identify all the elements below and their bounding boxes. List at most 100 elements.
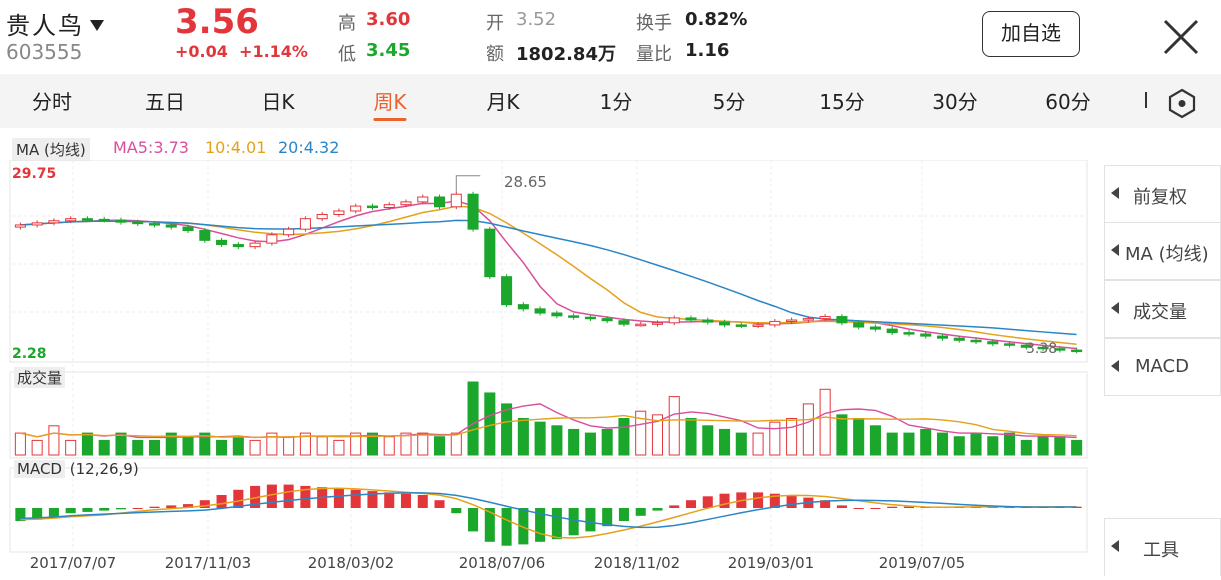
candle-down <box>182 226 194 232</box>
candle-down <box>735 324 747 327</box>
macd-bar-negative <box>585 508 596 532</box>
ma20-line <box>20 219 1077 336</box>
candle-up <box>417 196 429 203</box>
volume-tag[interactable]: 成交量 <box>14 367 66 388</box>
high-value: 3.60 <box>366 9 411 30</box>
candle-up <box>668 317 680 324</box>
volume-bar-down <box>903 432 915 456</box>
volume-bar-down <box>216 439 228 456</box>
volume-bar-down <box>568 428 580 456</box>
triangle-down-icon[interactable] <box>90 20 104 31</box>
date-label: 2019/03/01 <box>727 554 815 572</box>
hexagon-settings-icon[interactable] <box>1165 86 1199 120</box>
volume-bar-down <box>601 428 613 456</box>
period-tabs: 分时 五日 日K 周K 月K 1分 5分 15分 30分 60分 <box>0 74 1221 128</box>
volume-bar-down <box>853 418 865 456</box>
ma-button[interactable]: MA (均线) <box>1104 222 1221 280</box>
macd-bar-positive <box>702 496 713 508</box>
turnover-value: 0.82% <box>685 9 748 30</box>
turnover-label: 换手 <box>636 13 672 34</box>
volume-bar-down <box>702 425 714 456</box>
triangle-left-icon <box>1111 187 1119 199</box>
candle-down <box>148 223 161 226</box>
macd-bar-positive <box>753 492 764 508</box>
macd-bar-positive <box>216 495 227 508</box>
candle-down <box>970 339 982 343</box>
macd-bar-positive <box>685 500 697 508</box>
macd-bar-positive <box>333 488 344 508</box>
tab-30min[interactable]: 30分 <box>932 86 977 115</box>
tab-15min[interactable]: 15分 <box>819 86 864 115</box>
tab-1min[interactable]: 1分 <box>600 86 633 115</box>
macd-dif-line <box>20 487 1077 539</box>
candle-up <box>316 213 328 220</box>
tab-intraday[interactable]: 分时 <box>32 86 72 115</box>
macd-bar-positive <box>786 495 797 508</box>
candle-down <box>953 337 965 341</box>
candle-up <box>752 324 764 327</box>
close-icon[interactable] <box>1160 16 1202 58</box>
tab-five-day[interactable]: 五日 <box>145 86 185 115</box>
candle-up <box>299 218 311 230</box>
macd-bar-positive <box>149 506 160 508</box>
low-label: 低 <box>338 44 356 65</box>
candle-up <box>249 242 261 248</box>
macd-bar-positive <box>350 489 361 508</box>
macd-button[interactable]: MACD <box>1104 338 1221 396</box>
volume-bar-down <box>618 418 630 456</box>
volume-button[interactable]: 成交量 <box>1104 280 1221 338</box>
price-change: +0.04 +1.14% <box>175 42 308 61</box>
triangle-left-icon <box>1111 302 1119 314</box>
ma5-legend: MA5:3.73 <box>113 138 189 157</box>
macd-label[interactable]: MACD (12,26,9) <box>14 460 139 478</box>
candle-down <box>216 239 228 246</box>
triangle-left-icon <box>1111 360 1119 372</box>
candle-up <box>350 205 362 212</box>
volume-bar-up <box>48 425 60 456</box>
volratio-label: 量比 <box>636 44 672 65</box>
candle-down <box>1004 343 1016 346</box>
macd-bar-negative <box>48 508 59 518</box>
macd-lines <box>20 487 1077 539</box>
macd-bar-negative <box>501 508 512 546</box>
ma-legend-tag[interactable]: MA (均线) <box>12 138 90 161</box>
volume-bar-down <box>836 414 848 456</box>
macd-bar-negative <box>451 508 462 514</box>
candle-down <box>719 321 731 326</box>
last-low-label: 3.38 <box>1026 341 1058 357</box>
candle-up <box>383 204 395 208</box>
volume-bar-down <box>719 428 731 456</box>
macd-bar-positive <box>400 493 412 508</box>
kline-chart[interactable] <box>0 160 1100 580</box>
stock-name[interactable]: 贵人鸟 <box>6 6 104 41</box>
volume-bar-down <box>81 432 93 456</box>
volume-bar-down <box>987 436 999 456</box>
fq-button[interactable]: 前复权 <box>1104 165 1221 223</box>
tab-60min[interactable]: 60分 <box>1045 86 1090 115</box>
candle-down <box>987 341 999 345</box>
macd-bar-negative <box>99 508 110 511</box>
macd-tag[interactable]: MACD <box>14 460 65 478</box>
volume-bar-up <box>752 432 764 456</box>
candle-up <box>48 220 60 224</box>
candle-down <box>853 322 865 328</box>
tools-button[interactable]: 工具 <box>1104 518 1221 576</box>
add-watchlist-button[interactable]: 加自选 <box>982 11 1080 57</box>
price-min-label: 2.28 <box>12 346 47 362</box>
peak-price-label: 28.65 <box>504 173 547 191</box>
volume-bar-down <box>953 436 965 456</box>
volume-bar-down <box>1004 432 1016 456</box>
tab-5min[interactable]: 5分 <box>713 86 746 115</box>
volume-bar-down <box>115 432 127 456</box>
tab-daily-k[interactable]: 日K <box>261 86 294 115</box>
macd-bar-negative <box>82 508 93 512</box>
chart-grid <box>9 160 1088 553</box>
candle-up <box>400 201 412 206</box>
macd-bar-negative <box>65 508 76 514</box>
volume-bar-down <box>98 439 110 456</box>
volume-ma5-line <box>20 403 1077 439</box>
candle-down <box>132 221 144 225</box>
tab-monthly-k[interactable]: 月K <box>486 86 519 115</box>
tab-weekly-k[interactable]: 周K <box>373 86 407 121</box>
volume-bar-down <box>534 421 546 456</box>
